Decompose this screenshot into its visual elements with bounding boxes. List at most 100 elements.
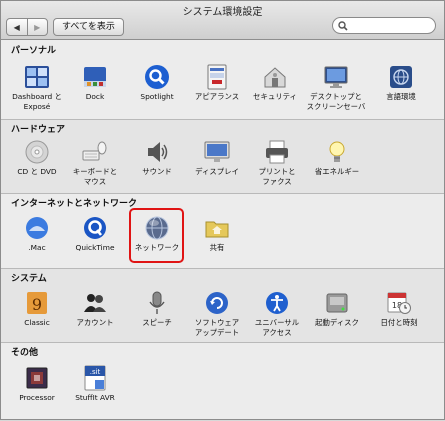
label: ユニバーサル: [254, 318, 300, 327]
section-hardware: ハードウェア CD と DVD キーボードと マウス サウンド ディスプレイ プ…: [1, 119, 444, 193]
label: Exposé: [23, 102, 51, 111]
speech-icon: [149, 291, 165, 314]
date-time-icon: 18: [387, 292, 411, 314]
label: ディスプレイ: [195, 167, 239, 176]
cd-dvd-icon: [25, 140, 49, 164]
processor-icon: [26, 367, 48, 389]
label: アピアランス: [194, 92, 240, 101]
section-title-hardware: ハードウェア: [11, 125, 66, 135]
pref-energy-saver[interactable]: 省エネルギー: [307, 139, 367, 177]
label: Classic: [24, 318, 50, 327]
section-title-internet-network: インターネットとネットワーク: [11, 199, 138, 209]
label: サウンド: [142, 167, 172, 176]
label: .Mac: [28, 243, 46, 252]
stuffit-text: .sit: [90, 368, 101, 376]
sharing-icon: [205, 221, 229, 238]
section-title-other: その他: [11, 348, 39, 358]
back-forward-buttons: ◀ ▶: [6, 18, 48, 36]
divider: [1, 193, 444, 194]
label: プリントと: [258, 167, 296, 176]
toolbar: システム環境設定 ◀ ▶ すべてを表示: [1, 1, 444, 40]
dotmac-icon: [26, 217, 48, 239]
label: QuickTime: [75, 243, 115, 252]
network-highlight-box: [129, 208, 184, 263]
label: セキュリティ: [253, 92, 297, 101]
divider: [1, 119, 444, 120]
pref-international[interactable]: 言語環境: [371, 64, 431, 102]
pref-dock[interactable]: Dock: [65, 64, 125, 102]
sound-icon: [148, 142, 168, 162]
search-icon: [338, 21, 348, 31]
software-update-icon: [206, 292, 228, 314]
pref-universal-access[interactable]: ユニバーサル アクセス: [247, 290, 307, 338]
pref-speech[interactable]: スピーチ: [127, 290, 187, 328]
forward-button[interactable]: ▶: [26, 19, 48, 35]
pref-dotmac[interactable]: .Mac: [7, 215, 67, 253]
label: Dock: [85, 92, 105, 101]
pref-sound[interactable]: サウンド: [127, 139, 187, 177]
label: スクリーンセーバ: [306, 102, 366, 111]
label: 日付と時刻: [380, 318, 418, 327]
label: ソフトウェア: [194, 318, 240, 327]
pref-cd-dvd[interactable]: CD と DVD: [7, 139, 67, 177]
pref-print-fax[interactable]: プリントと ファクス: [247, 139, 307, 187]
label: キーボードと: [72, 167, 118, 176]
pref-startup-disk[interactable]: 起動ディスク: [307, 290, 367, 328]
search-field[interactable]: [332, 17, 436, 34]
pref-software-update[interactable]: ソフトウェア アップデート: [187, 290, 247, 338]
divider: [1, 268, 444, 269]
desktop-screensaver-icon: [324, 66, 348, 88]
label: 共有: [209, 243, 225, 252]
startup-disk-icon: [326, 293, 348, 313]
appearance-icon: [207, 64, 227, 90]
label: 省エネルギー: [314, 167, 360, 176]
pref-displays[interactable]: ディスプレイ: [187, 139, 247, 177]
pref-stuffit-avr[interactable]: .sit StuffIt AVR: [65, 365, 125, 403]
energy-saver-icon: [329, 141, 345, 162]
label: Processor: [19, 393, 55, 402]
label: ファクス: [262, 177, 292, 186]
pref-quicktime[interactable]: QuickTime: [65, 215, 125, 253]
label: CD と DVD: [17, 167, 57, 176]
section-system: システム 9 Classic アカウント スピーチ ソフトウェア アップデート …: [1, 268, 444, 342]
keyboard-mouse-icon: [82, 141, 107, 161]
pref-spotlight[interactable]: Spotlight: [127, 64, 187, 102]
label: 言語環境: [386, 92, 416, 101]
label: アクセス: [262, 328, 292, 337]
spotlight-icon: [145, 65, 169, 89]
back-button[interactable]: ◀: [7, 19, 27, 35]
section-other: その他 Processor .sit StuffIt AVR: [1, 342, 444, 421]
pref-keyboard-mouse[interactable]: キーボードと マウス: [65, 139, 125, 187]
section-personal: パーソナル Dashboard と Exposé Dock Spotlight …: [1, 40, 444, 119]
pref-sharing[interactable]: 共有: [187, 215, 247, 253]
svg-text:9: 9: [32, 295, 42, 314]
pref-date-time[interactable]: 18 日付と時刻: [369, 290, 429, 328]
section-title-system: システム: [11, 274, 47, 284]
dashboard-expose-icon: [25, 66, 49, 88]
section-title-personal: パーソナル: [11, 46, 57, 56]
pref-security[interactable]: セキュリティ: [245, 64, 305, 102]
divider: [1, 342, 444, 343]
pref-processor[interactable]: Processor: [7, 365, 67, 403]
classic-icon: 9: [27, 292, 47, 314]
dock-icon: [84, 67, 106, 87]
quicktime-icon: [84, 217, 106, 239]
label: Dashboard と: [12, 92, 62, 101]
label: アカウント: [76, 318, 114, 327]
pref-dashboard-expose[interactable]: Dashboard と Exposé: [7, 64, 67, 112]
pref-appearance[interactable]: アピアランス: [187, 64, 247, 102]
displays-icon: [204, 141, 230, 162]
show-all-button[interactable]: すべてを表示: [53, 18, 124, 36]
print-fax-icon: [266, 140, 288, 164]
pref-classic[interactable]: 9 Classic: [7, 290, 67, 328]
label: マウス: [83, 177, 107, 186]
label: Spotlight: [140, 92, 174, 101]
universal-access-icon: [266, 292, 288, 314]
window-title: システム環境設定: [182, 7, 263, 18]
pref-accounts[interactable]: アカウント: [65, 290, 125, 328]
pref-desktop-screensaver[interactable]: デスクトップと スクリーンセーバ: [301, 64, 371, 112]
label: 起動ディスク: [315, 318, 359, 327]
label: スピーチ: [142, 318, 172, 327]
system-preferences-window: システム環境設定 ◀ ▶ すべてを表示 パーソナル Dashboard と Ex…: [0, 0, 445, 420]
security-icon: [264, 67, 286, 88]
